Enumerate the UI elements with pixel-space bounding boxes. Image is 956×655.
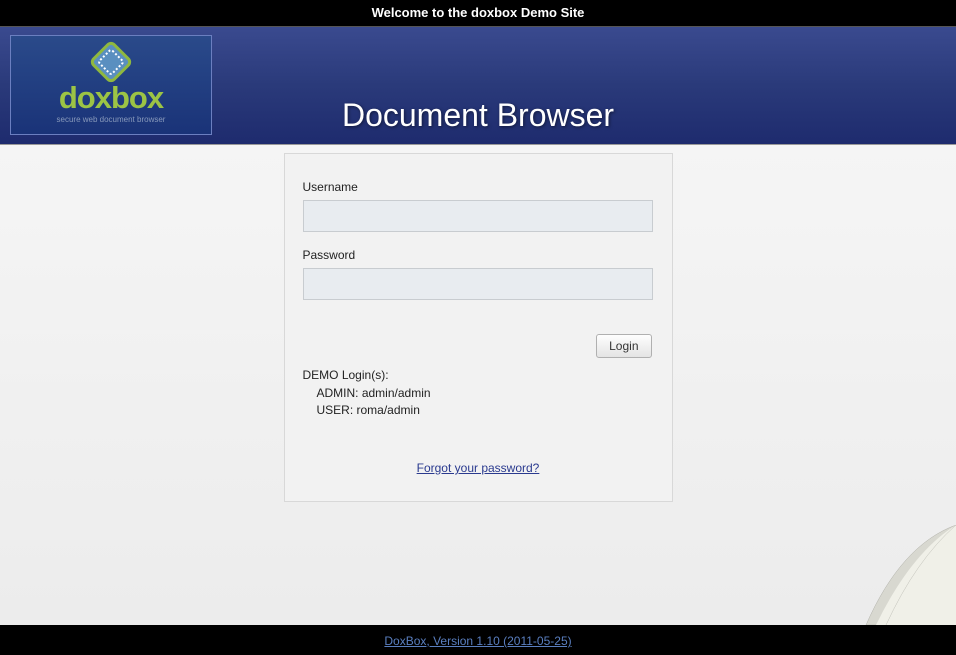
username-label: Username xyxy=(303,180,654,194)
content-area: Username Password Login DEMO Login(s): A… xyxy=(0,145,956,625)
header: doxbox secure web document browser Docum… xyxy=(0,26,956,145)
demo-title: DEMO Login(s): xyxy=(303,368,654,382)
password-label: Password xyxy=(303,248,654,262)
logo-icon xyxy=(88,39,133,84)
demo-user-credentials: USER: roma/admin xyxy=(303,403,654,417)
demo-admin-credentials: ADMIN: admin/admin xyxy=(303,386,654,400)
page-title: Document Browser xyxy=(0,97,956,134)
demo-logins: DEMO Login(s): ADMIN: admin/admin USER: … xyxy=(303,368,654,417)
password-input[interactable] xyxy=(303,268,653,300)
forgot-password-link[interactable]: Forgot your password? xyxy=(417,461,540,475)
forgot-password-row: Forgot your password? xyxy=(303,459,654,477)
top-bar: Welcome to the doxbox Demo Site xyxy=(0,0,956,26)
login-button-row: Login xyxy=(303,334,654,358)
login-panel: Username Password Login DEMO Login(s): A… xyxy=(284,153,673,502)
username-input[interactable] xyxy=(303,200,653,232)
footer: DoxBox, Version 1.10 (2011-05-25) xyxy=(0,625,956,655)
welcome-text: Welcome to the doxbox Demo Site xyxy=(372,5,585,20)
login-button[interactable]: Login xyxy=(596,334,651,358)
footer-version-link[interactable]: DoxBox, Version 1.10 (2011-05-25) xyxy=(384,634,571,648)
